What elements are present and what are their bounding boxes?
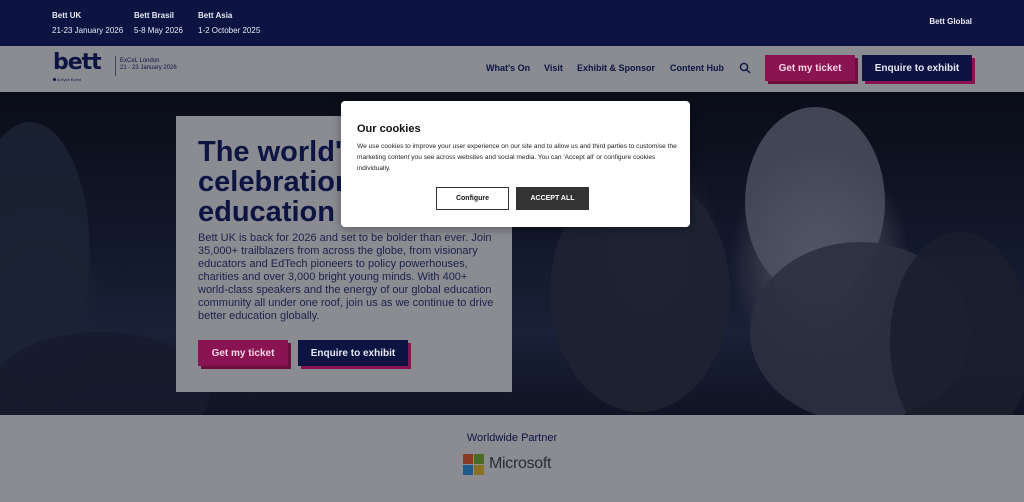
event-date: 5-8 May 2026 (134, 26, 183, 35)
logo-dot-icon (53, 78, 56, 82)
header-divider (115, 56, 116, 76)
event-date: 21-23 January 2026 (52, 26, 124, 35)
hero-enquire-exhibit-button[interactable]: Enquire to exhibit (298, 340, 408, 366)
event-bett-asia[interactable]: Bett Asia 1-2 October 2025 (198, 10, 260, 36)
logo-tagline-text: A Hyve Event (57, 77, 82, 82)
nav-whats-on[interactable]: What's On (486, 63, 530, 73)
logo-tagline: A Hyve Event (53, 77, 81, 82)
logo-wordmark: bett (53, 50, 102, 75)
event-bett-uk[interactable]: Bett UK 21-23 January 2026 (52, 10, 123, 36)
bett-logo[interactable]: bett A Hyve Event (53, 50, 102, 82)
hero-get-ticket-button[interactable]: Get my ticket (198, 340, 288, 366)
header-enquire-exhibit-button[interactable]: Enquire to exhibit (862, 55, 972, 81)
event-date: 1-2 October 2025 (198, 26, 261, 35)
microsoft-logo-icon[interactable] (463, 454, 484, 475)
nav-exhibit-sponsor[interactable]: Exhibit & Sponsor (577, 63, 655, 73)
venue-info: ExCeL London 21 - 23 January 2026 (120, 58, 177, 72)
partner-label: Worldwide Partner (466, 432, 558, 444)
bett-global-link[interactable]: Bett Global (929, 17, 972, 26)
cookie-dialog-text: We use cookies to improve your user expe… (357, 143, 677, 172)
event-bett-brasil[interactable]: Bett Brasil 5-8 May 2026 (134, 10, 183, 36)
nav-content-hub[interactable]: Content Hub (670, 63, 724, 73)
hero-description: Bett UK is back for 2026 and set to be b… (198, 232, 494, 322)
venue-name: ExCeL London (120, 58, 160, 64)
accept-all-cookies-button[interactable]: ACCEPT ALL (516, 187, 589, 210)
event-name: Bett UK (52, 11, 82, 20)
cookie-dialog-title: Our cookies (357, 123, 421, 135)
configure-cookies-button[interactable]: Configure (436, 187, 509, 210)
microsoft-wordmark: Microsoft (489, 455, 552, 472)
venue-dates: 21 - 23 January 2026 (120, 65, 177, 71)
header-get-ticket-button[interactable]: Get my ticket (765, 55, 855, 81)
nav-visit[interactable]: Visit (544, 63, 563, 73)
event-name: Bett Asia (198, 11, 233, 20)
event-name: Bett Brasil (134, 11, 175, 20)
search-icon[interactable] (739, 62, 751, 74)
